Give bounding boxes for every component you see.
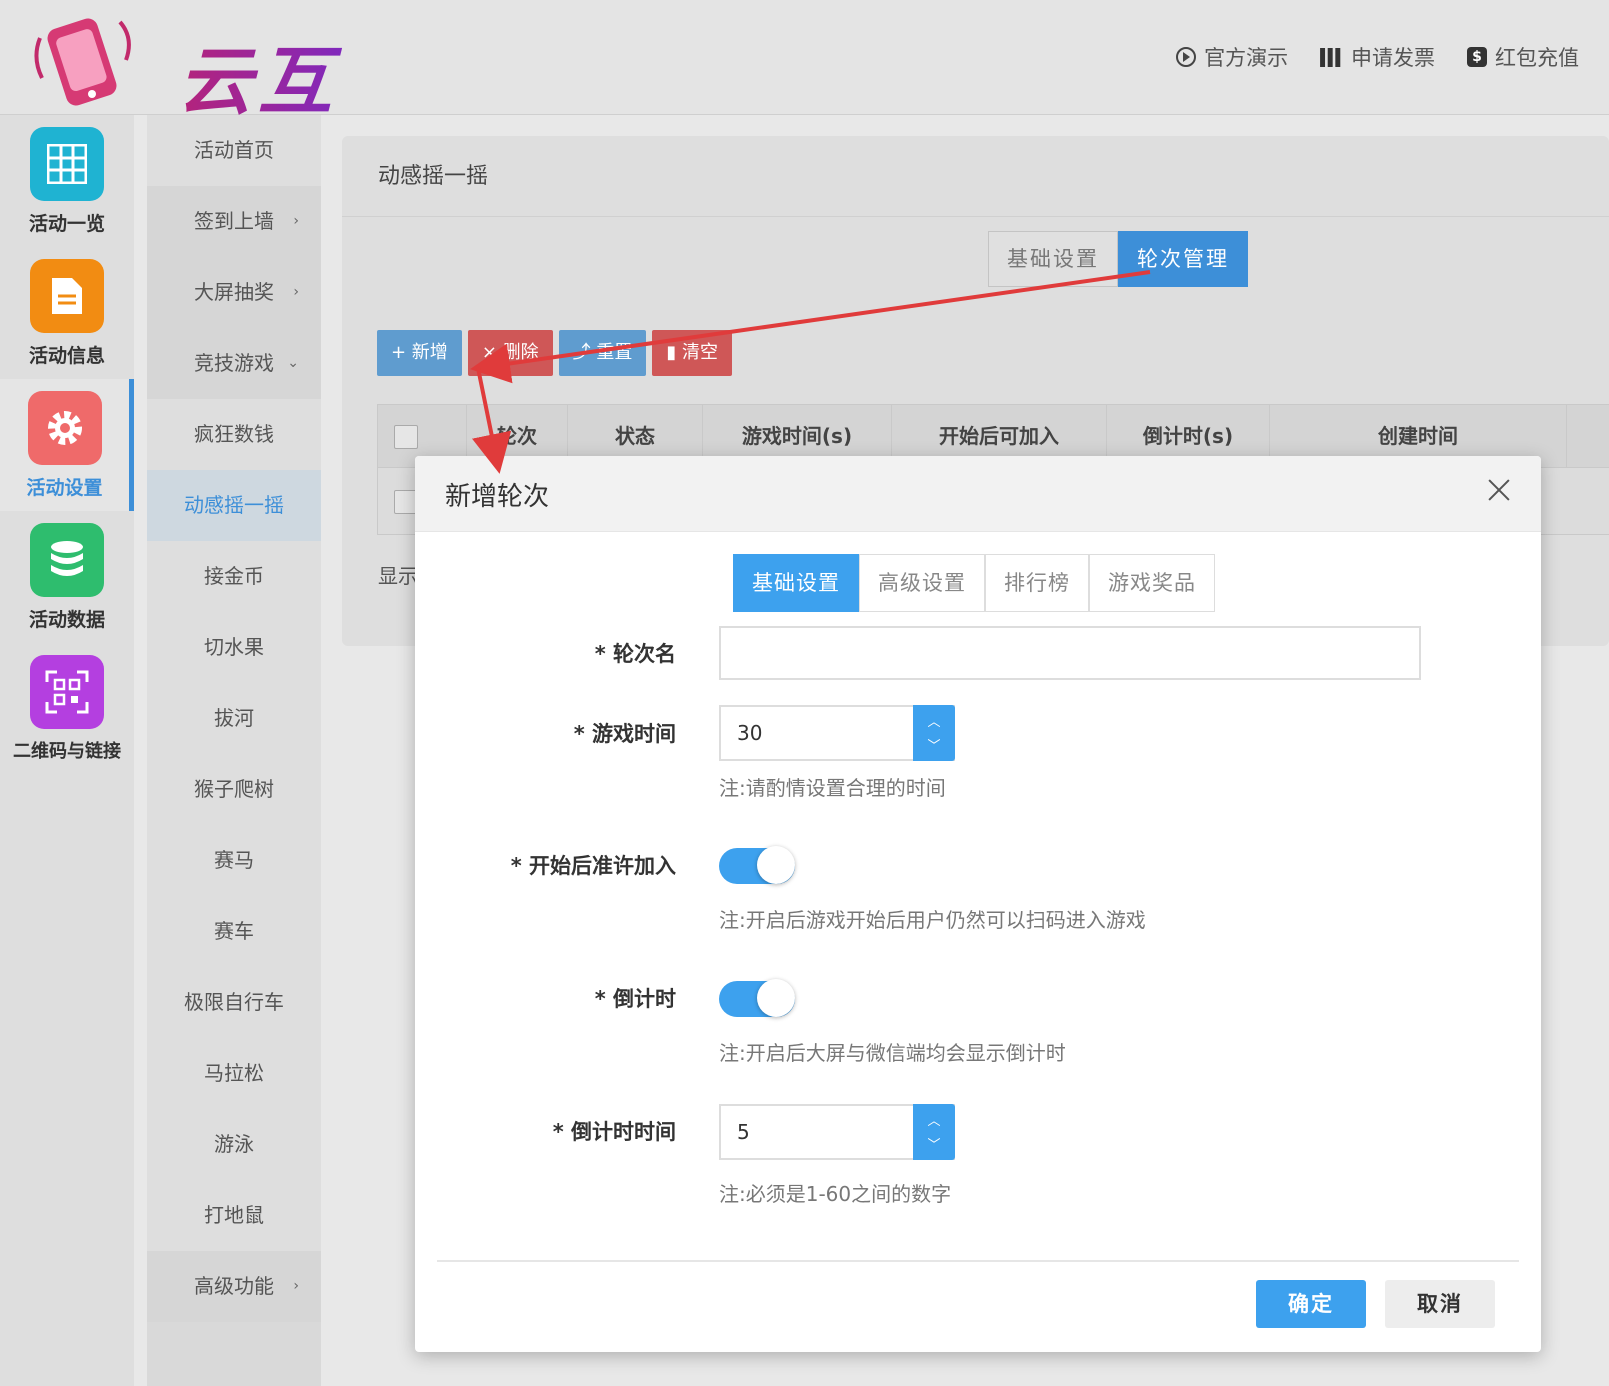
allow-join-label: * 开始后准许加入 [510,854,676,878]
chevron-right-icon: › [293,284,299,300]
tab-basic-settings[interactable]: 基础设置 [733,554,859,612]
qrcode-icon [30,655,104,729]
barcode-icon: ▌▌▌ [1320,47,1345,67]
game-time-label: * 游戏时间 [573,722,676,746]
document-icon [30,259,104,333]
chevron-down-icon[interactable]: ﹀ [913,735,955,754]
top-header: 云互动 官方演示 ▌▌▌ 申请发票 $ 红包充值 [0,0,1609,232]
submenu-item-horse-race[interactable]: 赛马 [147,825,321,896]
submenu-item-cut-fruit[interactable]: 切水果 [147,612,321,683]
phone-logo-icon [34,18,131,106]
chevron-up-icon[interactable]: ︿ [913,711,955,730]
tab-leaderboard[interactable]: 排行榜 [985,554,1089,612]
official-demo-link[interactable]: 官方演示 [1176,42,1288,72]
grid-icon [30,127,104,201]
round-name-input[interactable] [719,626,1421,680]
toolbar: + 新增 × 删除 ⤴ 重置 ▮ 清空 [377,330,732,376]
submenu-item-marathon[interactable]: 马拉松 [147,1038,321,1109]
toggle-knob [757,979,795,1017]
countdown-note: 注:开启后大屏与微信端均会显示倒计时 [719,1041,1066,1065]
logo[interactable]: 云互动 [30,8,410,232]
submenu-item-whack-a-mole[interactable]: 打地鼠 [147,1180,321,1251]
submenu-item-crazy-money[interactable]: 疯狂数钱 [147,399,321,470]
chevron-down-icon: ⌄ [287,355,299,371]
select-all-checkbox[interactable] [394,425,418,449]
game-time-note: 注:请酌情设置合理的时间 [719,776,946,800]
red-packet-recharge-link[interactable]: $ 红包充值 [1467,42,1579,72]
sidebar-item-activity-info[interactable]: 活动信息 [0,247,134,379]
submenu-item-tug-of-war[interactable]: 拔河 [147,683,321,754]
sidebar-item-qrcode-links[interactable]: 二维码与链接 [0,643,134,775]
cancel-button[interactable]: 取消 [1385,1280,1495,1328]
dollar-icon: $ [1467,47,1487,67]
trash-icon: ▮ [666,342,682,363]
game-time-value: 30 [737,721,763,745]
submenu-item-competitive-games[interactable]: 竞技游戏 ⌄ [147,328,321,399]
submenu-item-extreme-bike[interactable]: 极限自行车 [147,967,321,1038]
dialog-header: 新增轮次 [415,456,1541,532]
gear-icon [27,391,102,465]
tab-game-prizes[interactable]: 游戏奖品 [1089,554,1215,612]
panel-tabs: 基础设置 轮次管理 [988,231,1248,287]
divider [342,216,1609,217]
database-icon [30,523,104,597]
top-links: 官方演示 ▌▌▌ 申请发票 $ 红包充值 [1176,42,1579,72]
invoice-link[interactable]: ▌▌▌ 申请发票 [1320,42,1435,72]
sidebar-item-activity-data[interactable]: 活动数据 [0,511,134,643]
page-title: 动感摇一摇 [378,164,489,189]
pagination-text: 显示 [378,564,418,588]
submenu-item-catch-coins[interactable]: 接金币 [147,541,321,612]
add-round-dialog: 新增轮次 基础设置 高级设置 排行榜 游戏奖品 * 轮次名 * 游戏时间 30 … [415,456,1541,1352]
submenu-item-activity-home[interactable]: 活动首页 [147,115,321,186]
submenu-item-shake[interactable]: 动感摇一摇 [147,470,321,541]
chevron-right-icon: › [293,213,299,229]
add-button[interactable]: + 新增 [377,330,462,376]
reset-icon: ⤴ [572,342,597,363]
divider [437,1260,1519,1262]
icon-sidebar: 活动一览 活动信息 活动设置 活动数据 二维码与链接 [0,115,134,1386]
dialog-tabs: 基础设置 高级设置 排行榜 游戏奖品 [733,554,1215,612]
countdown-time-stepper[interactable]: 5 ︿ ﹀ [719,1104,955,1160]
close-icon[interactable] [1483,474,1515,506]
tab-basic-settings[interactable]: 基础设置 [988,231,1118,287]
countdown-time-label: * 倒计时时间 [552,1120,676,1144]
sidebar-item-activity-list[interactable]: 活动一览 [0,115,134,247]
submenu-item-swimming[interactable]: 游泳 [147,1109,321,1180]
submenu-item-signin-wall[interactable]: 签到上墙 › [147,186,321,257]
submenu-item-monkey-climb[interactable]: 猴子爬树 [147,754,321,825]
allow-join-toggle[interactable] [719,846,795,884]
countdown-time-value: 5 [737,1120,750,1144]
round-name-label: * 轮次名 [594,642,676,666]
chevron-right-icon: › [293,1278,299,1294]
submenu-item-car-race[interactable]: 赛车 [147,896,321,967]
toggle-knob [757,846,795,884]
chevron-up-icon[interactable]: ︿ [913,1110,955,1129]
delete-button[interactable]: × 删除 [467,330,553,376]
allow-join-note: 注:开启后游戏开始后用户仍然可以扫码进入游戏 [719,908,1146,932]
tab-round-management[interactable]: 轮次管理 [1118,231,1248,287]
countdown-toggle[interactable] [719,979,795,1017]
submenu-item-advanced[interactable]: 高级功能 › [147,1251,321,1322]
tab-advanced-settings[interactable]: 高级设置 [859,554,985,612]
sub-menu: 活动首页 签到上墙 › 大屏抽奖 › 竞技游戏 ⌄ 疯狂数钱 动感摇一摇 接金币 切水… [147,115,321,1386]
submenu-item-screen-lottery[interactable]: 大屏抽奖 › [147,257,321,328]
countdown-label: * 倒计时 [594,987,676,1011]
chevron-down-icon[interactable]: ﹀ [913,1134,955,1153]
sidebar-item-activity-settings[interactable]: 活动设置 [0,379,134,511]
play-circle-icon [1176,47,1197,67]
confirm-button[interactable]: 确定 [1256,1280,1366,1328]
dialog-title: 新增轮次 [445,482,550,512]
stepper-buttons: ︿ ﹀ [913,705,955,761]
game-time-stepper[interactable]: 30 ︿ ﹀ [719,705,955,761]
stepper-buttons: ︿ ﹀ [913,1104,955,1160]
reset-button[interactable]: ⤴ 重置 [558,330,647,376]
clear-button[interactable]: ▮ 清空 [652,330,732,376]
countdown-time-note: 注:必须是1-60之间的数字 [719,1182,952,1206]
